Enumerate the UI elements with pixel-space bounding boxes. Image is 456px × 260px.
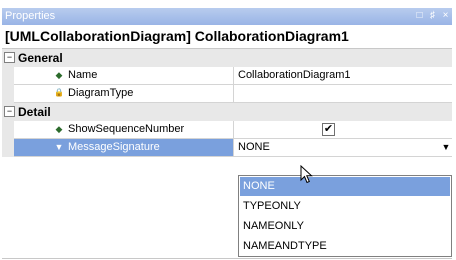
panel-title: Properties xyxy=(5,10,56,22)
message-signature-select[interactable]: NONE ▼ xyxy=(234,139,452,157)
dropdown-option-none[interactable]: NONE xyxy=(240,177,450,196)
collapse-detail-icon[interactable]: − xyxy=(4,106,15,117)
object-header: [UMLCollaborationDiagram] CollaborationD… xyxy=(2,25,452,49)
bottom-border xyxy=(2,258,452,259)
lock-icon: 🔒 xyxy=(54,88,64,97)
category-detail-label: Detail xyxy=(18,105,51,119)
properties-panel: Properties □ ♯ × [UMLCollaborationDiagra… xyxy=(2,8,452,258)
property-value-cell xyxy=(234,85,452,103)
category-general[interactable]: − General xyxy=(2,49,452,67)
message-signature-value[interactable]: NONE xyxy=(238,141,270,153)
category-general-label: General xyxy=(18,51,63,65)
pin-window-button[interactable]: ♯ xyxy=(426,9,439,23)
property-name-cell: ◆ ShowSequenceNumber xyxy=(14,121,233,139)
property-name-cell: ◆ Name xyxy=(14,67,233,85)
row-margin xyxy=(2,139,14,157)
chevron-down-icon[interactable]: ▼ xyxy=(440,140,452,155)
top-strip xyxy=(0,0,456,8)
row-margin xyxy=(2,67,14,85)
mouse-cursor-icon xyxy=(300,165,313,184)
property-name-label: Name xyxy=(68,69,98,81)
panel-titlebar: Properties □ ♯ × xyxy=(2,8,452,25)
dropdown-option-label: NAMEANDTYPE xyxy=(243,240,327,252)
property-diagramtype-label: DiagramType xyxy=(68,87,134,99)
property-name-cell: ▼ MessageSignature xyxy=(14,139,233,157)
dropdown-option-nameonly[interactable]: NAMEONLY xyxy=(240,217,450,236)
property-row-messagesignature[interactable]: ▼ MessageSignature NONE ▼ xyxy=(2,139,452,157)
property-value-cell[interactable]: CollaborationDiagram1 xyxy=(234,67,452,85)
object-header-text: [UMLCollaborationDiagram] CollaborationD… xyxy=(5,28,349,44)
show-sequence-number-checkbox[interactable]: ✔ xyxy=(322,123,335,136)
diamond-icon: ◆ xyxy=(55,70,63,80)
dropdown-option-label: TYPEONLY xyxy=(243,200,301,212)
property-value-cell[interactable]: ✔ xyxy=(234,121,452,139)
property-messagesignature-label: MessageSignature xyxy=(68,141,160,153)
property-row-diagramtype[interactable]: 🔒 DiagramType xyxy=(2,85,452,103)
dropdown-option-label: NONE xyxy=(243,180,275,192)
property-name-value[interactable]: CollaborationDiagram1 xyxy=(238,69,351,81)
property-showsequencenumber-label: ShowSequenceNumber xyxy=(68,123,185,135)
dropdown-option-nameandtype[interactable]: NAMEANDTYPE xyxy=(240,237,450,256)
diamond-icon: ◆ xyxy=(55,124,63,134)
collapse-general-icon[interactable]: − xyxy=(4,52,15,63)
close-window-button[interactable]: × xyxy=(439,9,452,23)
property-row-showsequencenumber[interactable]: ◆ ShowSequenceNumber ✔ xyxy=(2,121,452,139)
message-signature-dropdown-list: NONE TYPEONLY NAMEONLY NAMEANDTYPE xyxy=(238,175,452,257)
dropdown-option-label: NAMEONLY xyxy=(243,220,304,232)
float-window-button[interactable]: □ xyxy=(413,9,426,23)
row-margin xyxy=(2,85,14,103)
property-row-name[interactable]: ◆ Name CollaborationDiagram1 xyxy=(2,67,452,85)
triangle-down-icon: ▼ xyxy=(54,142,64,152)
property-name-cell: 🔒 DiagramType xyxy=(14,85,233,103)
dropdown-option-typeonly[interactable]: TYPEONLY xyxy=(240,197,450,216)
row-margin xyxy=(2,121,14,139)
category-detail[interactable]: − Detail xyxy=(2,103,452,121)
